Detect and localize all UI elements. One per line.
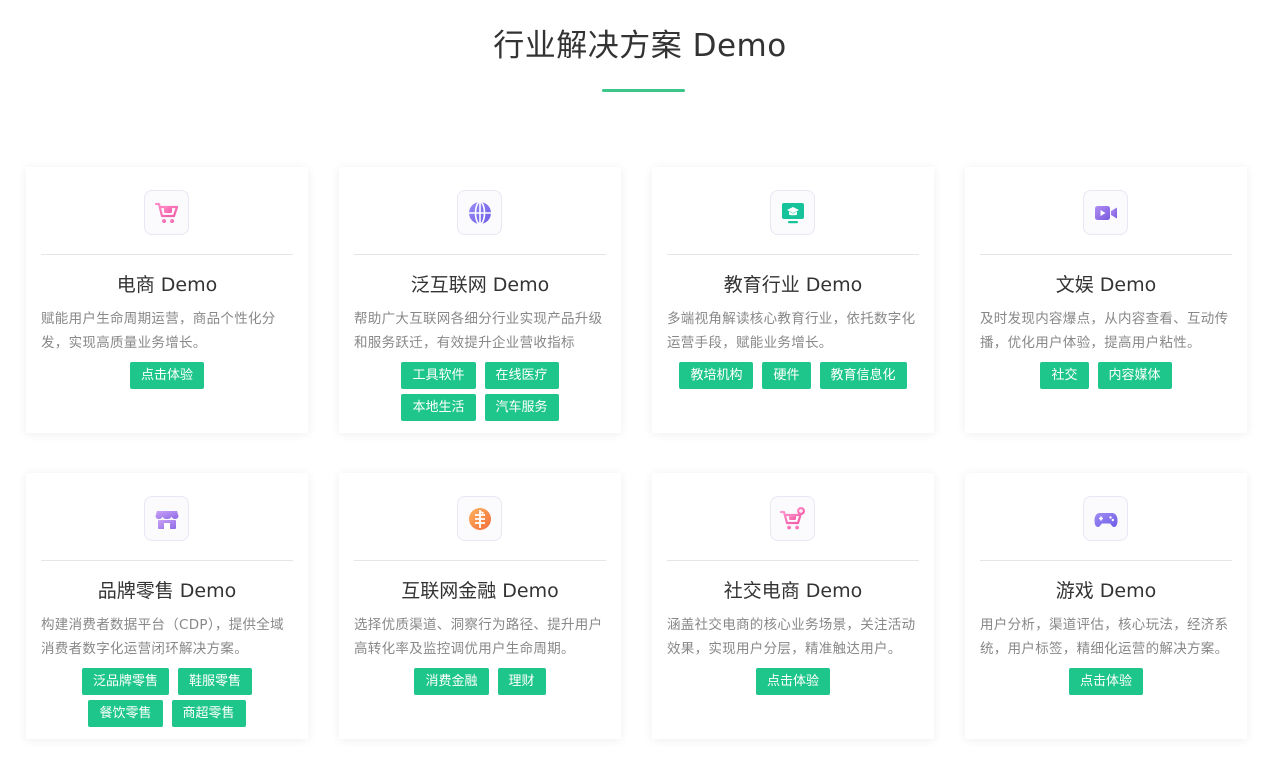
card-description: 及时发现内容爆点，从内容查看、互动传播，优化用户体验，提高用户粘性。 xyxy=(980,311,1229,351)
card-title: 互联网金融 Demo xyxy=(401,580,559,602)
graduation-monitor-icon xyxy=(770,190,815,235)
card-title: 品牌零售 Demo xyxy=(97,580,237,602)
section-title: 行业解决方案 Demo xyxy=(493,28,787,64)
globe-icon xyxy=(457,190,502,235)
card-description: 涵盖社交电商的核心业务场景，关注活动效果，实现用户分层，精准触达用户。 xyxy=(667,617,916,657)
card-tags: 泛品牌零售 鞋服零售 餐饮零售 商超零售 xyxy=(32,668,302,727)
card-tags: 消费金融 理财 xyxy=(345,668,615,695)
tag-try-button[interactable]: 点击体验 xyxy=(755,668,830,695)
card-title: 社交电商 Demo xyxy=(723,580,863,602)
card-description: 赋能用户生命周期运营，商品个性化分发，实现高质量业务增长。 xyxy=(41,311,276,351)
card-divider xyxy=(667,254,919,255)
tag-hardware[interactable]: 硬件 xyxy=(762,362,811,389)
social-cart-icon xyxy=(770,496,815,541)
card-description: 多端视角解读核心教育行业，依托数字化运营手段，赋能业务增长。 xyxy=(667,311,916,351)
tag-auto-service[interactable]: 汽车服务 xyxy=(484,394,559,421)
card-description: 帮助广大互联网各细分行业实现产品升级和服务跃迁，有效提升企业营收指标 xyxy=(354,311,603,351)
card-divider xyxy=(980,254,1232,255)
tag-supermarket-retail[interactable]: 商超零售 xyxy=(171,700,246,727)
card-title: 泛互联网 Demo xyxy=(410,274,550,296)
gamepad-icon xyxy=(1083,496,1128,541)
card-tags: 教培机构 硬件 教育信息化 xyxy=(658,362,928,389)
tag-apparel-retail[interactable]: 鞋服零售 xyxy=(178,668,253,695)
card-ecommerce[interactable]: 电商 Demo 赋能用户生命周期运营，商品个性化分发，实现高质量业务增长。 点击… xyxy=(26,167,308,433)
tag-tool-software[interactable]: 工具软件 xyxy=(401,362,476,389)
card-education[interactable]: 教育行业 Demo 多端视角解读核心教育行业，依托数字化运营手段，赋能业务增长。… xyxy=(652,167,934,433)
tag-try-button[interactable]: 点击体验 xyxy=(129,362,204,389)
card-description: 选择优质渠道、洞察行为路径、提升用户高转化率及监控调优用户生命周期。 xyxy=(354,617,603,657)
card-title: 教育行业 Demo xyxy=(723,274,863,296)
card-social-ecommerce[interactable]: 社交电商 Demo 涵盖社交电商的核心业务场景，关注活动效果，实现用户分层，精准… xyxy=(652,473,934,739)
card-tags: 点击体验 xyxy=(971,668,1241,695)
industry-solutions-page: 行业解决方案 Demo 电商 Demo 赋能用户生命周期运营，商品个性化分发，实… xyxy=(0,0,1280,759)
tag-try-button[interactable]: 点击体验 xyxy=(1068,668,1143,695)
tag-consumer-finance[interactable]: 消费金融 xyxy=(414,668,489,695)
tag-online-medical[interactable]: 在线医疗 xyxy=(484,362,559,389)
storefront-icon xyxy=(144,496,189,541)
tag-local-life[interactable]: 本地生活 xyxy=(401,394,476,421)
tag-social[interactable]: 社交 xyxy=(1040,362,1089,389)
tag-wealth-management[interactable]: 理财 xyxy=(497,668,546,695)
shopping-cart-icon xyxy=(144,190,189,235)
card-gaming[interactable]: 游戏 Demo 用户分析，渠道评估，核心玩法，经济系统，用户标签，精细化运营的解… xyxy=(965,473,1247,739)
tag-content-media[interactable]: 内容媒体 xyxy=(1097,362,1172,389)
card-description: 用户分析，渠道评估，核心玩法，经济系统，用户标签，精细化运营的解决方案。 xyxy=(980,617,1229,657)
tag-general-brand-retail[interactable]: 泛品牌零售 xyxy=(81,668,169,695)
card-tags: 点击体验 xyxy=(658,668,928,695)
card-title: 游戏 Demo xyxy=(1055,580,1157,602)
card-entertainment[interactable]: 文娱 Demo 及时发现内容爆点，从内容查看、互动传播，优化用户体验，提高用户粘… xyxy=(965,167,1247,433)
card-divider xyxy=(667,560,919,561)
title-underline xyxy=(602,89,685,92)
card-title: 电商 Demo xyxy=(116,274,218,296)
card-tags: 社交 内容媒体 xyxy=(971,362,1241,389)
tag-edu-informatization[interactable]: 教育信息化 xyxy=(819,362,907,389)
card-internet-finance[interactable]: 互联网金融 Demo 选择优质渠道、洞察行为路径、提升用户高转化率及监控调优用户… xyxy=(339,473,621,739)
card-divider xyxy=(41,254,293,255)
card-divider xyxy=(354,560,606,561)
card-divider xyxy=(980,560,1232,561)
tag-training-institution[interactable]: 教培机构 xyxy=(679,362,754,389)
card-divider xyxy=(41,560,293,561)
finance-coin-icon xyxy=(457,496,502,541)
video-camera-icon xyxy=(1083,190,1128,235)
card-brand-retail[interactable]: 品牌零售 Demo 构建消费者数据平台（CDP），提供全域消费者数字化运营闭环解… xyxy=(26,473,308,739)
card-divider xyxy=(354,254,606,255)
tag-catering-retail[interactable]: 餐饮零售 xyxy=(88,700,163,727)
card-title: 文娱 Demo xyxy=(1055,274,1157,296)
card-internet[interactable]: 泛互联网 Demo 帮助广大互联网各细分行业实现产品升级和服务跃迁，有效提升企业… xyxy=(339,167,621,433)
card-description: 构建消费者数据平台（CDP），提供全域消费者数字化运营闭环解决方案。 xyxy=(41,617,284,657)
card-tags: 工具软件 在线医疗 本地生活 汽车服务 xyxy=(345,362,615,421)
card-tags: 点击体验 xyxy=(32,362,302,389)
